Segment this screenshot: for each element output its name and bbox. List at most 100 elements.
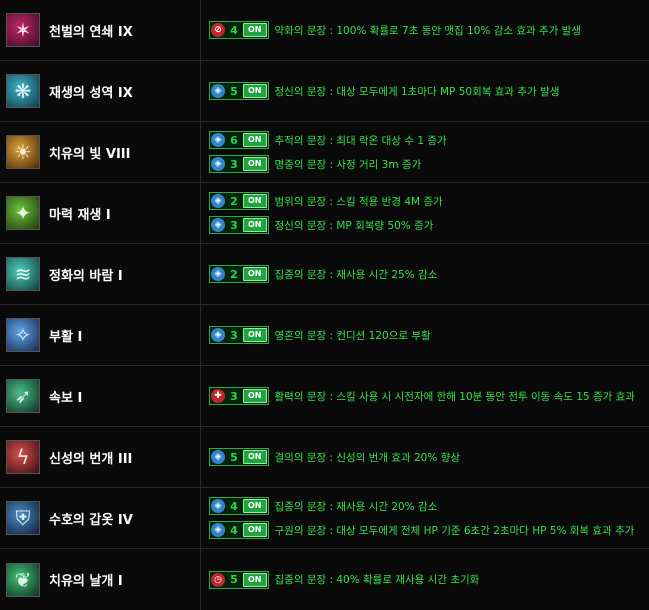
blue-glyph-icon: ◈ [211, 523, 225, 537]
glyph-description: 구원의 문장 : 대상 모두에게 전체 HP 기준 6초간 2초마다 HP 5%… [274, 524, 635, 537]
glyph-toggle[interactable]: ◈ 4 ON [209, 521, 269, 539]
glyph-cell: ◈ 6 ON 추적의 문장 : 최대 락온 대상 수 1 증가 ◈ 3 ON 명중의 문장 :… [201, 122, 649, 182]
on-badge: ON [243, 389, 267, 403]
glyph-level: 6 [230, 133, 238, 147]
glyph-toggle[interactable]: ◈ 5 ON [209, 82, 269, 100]
glyph-toggle[interactable]: ◈ 2 ON [209, 192, 269, 210]
glyph-toggle[interactable]: ◈ 5 ON [209, 448, 269, 466]
glyph-description: 결의의 문장 : 신성의 번개 효과 20% 향상 [274, 451, 460, 464]
skill-name: 천벌의 연쇄 IX [49, 24, 133, 40]
glyph-entry: ◈ 4 ON 집중의 문장 : 재사용 시간 20% 감소 [209, 496, 649, 516]
glyph-level: 3 [230, 157, 238, 171]
glyph-cell: ◈ 5 ON 결의의 문장 : 신성의 번개 효과 20% 향상 [201, 427, 649, 487]
blue-glyph-icon: ◈ [211, 194, 225, 208]
glyph-entry: ◈ 3 ON 영혼의 문장 : 컨디션 120으로 부활 [209, 325, 649, 345]
glyph-level: 5 [230, 450, 238, 464]
glyph-level: 4 [230, 523, 238, 537]
blue-glyph-icon: ◈ [211, 133, 225, 147]
chain-punishment-icon: ✶ [6, 13, 40, 47]
regeneration-sanctuary-icon: ❋ [6, 74, 40, 108]
healing-wings-icon: ❦ [6, 562, 40, 597]
skill-cell: ✶ 천벌의 연쇄 IX [0, 0, 201, 60]
glyph-cell: ◈ 3 ON 영혼의 문장 : 컨디션 120으로 부활 [201, 305, 649, 365]
on-badge: ON [243, 450, 267, 464]
glyph-toggle[interactable]: ◈ 6 ON [209, 131, 269, 149]
glyph-entry: ◈ 3 ON 정신의 문장 : MP 회복량 50% 증가 [209, 215, 649, 235]
skill-row: ☀ 치유의 빛 VIII ◈ 6 ON 추적의 문장 : 최대 락온 대상 수 1 증가 ◈… [0, 122, 649, 183]
skill-name: 속보 I [49, 390, 83, 406]
glyph-toggle[interactable]: ◈ 3 ON [209, 216, 269, 234]
skill-row: ✶ 천벌의 연쇄 IX ⊘ 4 ON 약화의 문장 : 100% 확률로 7초 동안 맷집… [0, 0, 649, 61]
glyph-level: 2 [230, 267, 238, 281]
on-badge: ON [243, 133, 267, 147]
skill-cell: ❦ 치유의 날개 I [0, 549, 201, 610]
skill-name: 마력 재생 I [49, 207, 111, 223]
glyph-level: 3 [230, 328, 238, 342]
glyph-description: 정신의 문장 : 대상 모두에게 1초마다 MP 50회복 효과 추가 발생 [274, 85, 560, 98]
glyph-toggle[interactable]: ◈ 3 ON [209, 155, 269, 173]
glyph-description: 집중의 문장 : 재사용 시간 25% 감소 [274, 268, 438, 281]
skill-cell: ✦ 마력 재생 I [0, 183, 201, 243]
skill-cell: ϟ 신성의 번개 III [0, 427, 201, 487]
red-cross-glyph-icon: ✚ [211, 389, 225, 403]
glyph-level: 3 [230, 218, 238, 232]
glyph-cell: ◈ 2 ON 집중의 문장 : 재사용 시간 25% 감소 [201, 244, 649, 304]
red-clock-glyph-icon: ◷ [211, 572, 225, 587]
glyph-toggle[interactable]: ◈ 3 ON [209, 326, 269, 344]
glyph-toggle[interactable]: ◈ 4 ON [209, 497, 269, 515]
holy-lightning-icon: ϟ [6, 440, 40, 474]
skill-row: ❋ 재생의 성역 IX ◈ 5 ON 정신의 문장 : 대상 모두에게 1초마다 MP 5… [0, 61, 649, 122]
glyph-entry: ◈ 2 ON 집중의 문장 : 재사용 시간 25% 감소 [209, 264, 649, 284]
skill-name: 신성의 번개 III [49, 451, 133, 467]
glyph-cell: ◈ 4 ON 집중의 문장 : 재사용 시간 20% 감소 ◈ 4 ON 구원의 문장 : 대… [201, 488, 649, 548]
glyph-cell: ◈ 5 ON 정신의 문장 : 대상 모두에게 1초마다 MP 50회복 효과 추가 … [201, 61, 649, 121]
blue-glyph-icon: ◈ [211, 84, 225, 98]
skill-row: ❦ 치유의 날개 I ◷ 5 ON 집중의 문장 : 40% 확률로 재사용 시간 초기화 [0, 549, 649, 610]
glyph-cell: ◈ 2 ON 범위의 문장 : 스킬 적용 반경 4M 증가 ◈ 3 ON 정신의 문장 : … [201, 183, 649, 243]
skill-row: ✧ 부활 I ◈ 3 ON 영혼의 문장 : 컨디션 120으로 부활 [0, 305, 649, 366]
skill-name: 정화의 바람 I [49, 268, 123, 284]
skill-name: 부활 I [49, 329, 83, 345]
on-badge: ON [243, 84, 267, 98]
glyph-description: 정신의 문장 : MP 회복량 50% 증가 [274, 219, 434, 232]
on-badge: ON [243, 157, 267, 171]
glyph-entry: ◈ 3 ON 명중의 문장 : 사정 거리 3m 증가 [209, 154, 649, 174]
glyph-description: 약화의 문장 : 100% 확률로 7초 동안 맷집 10% 감소 효과 추가 … [274, 24, 582, 37]
glyph-level: 5 [230, 84, 238, 98]
glyph-description: 범위의 문장 : 스킬 적용 반경 4M 증가 [274, 195, 443, 208]
blue-glyph-icon: ◈ [211, 450, 225, 464]
skill-row: ➶ 속보 I ✚ 3 ON 활력의 문장 : 스킬 사용 시 시전자에 한해 10분 동안… [0, 366, 649, 427]
skill-name: 재생의 성역 IX [49, 85, 133, 101]
glyph-entry: ◈ 2 ON 범위의 문장 : 스킬 적용 반경 4M 증가 [209, 191, 649, 211]
glyph-cell: ◷ 5 ON 집중의 문장 : 40% 확률로 재사용 시간 초기화 [201, 549, 649, 610]
glyph-entry: ◷ 5 ON 집중의 문장 : 40% 확률로 재사용 시간 초기화 [209, 570, 649, 590]
blue-glyph-icon: ◈ [211, 328, 225, 342]
glyph-level: 3 [230, 389, 238, 403]
glyph-description: 집중의 문장 : 40% 확률로 재사용 시간 초기화 [274, 574, 480, 586]
on-badge: ON [243, 523, 267, 537]
skill-name: 치유의 날개 I [49, 574, 123, 589]
purifying-wind-icon: ≋ [6, 257, 40, 291]
mana-regeneration-icon: ✦ [6, 196, 40, 230]
guardian-armor-icon: ⛨ [6, 501, 40, 535]
resurrection-icon: ✧ [6, 318, 40, 352]
blue-glyph-icon: ◈ [211, 267, 225, 281]
glyph-toggle[interactable]: ⊘ 4 ON [209, 21, 269, 39]
on-badge: ON [243, 328, 267, 342]
glyph-entry: ✚ 3 ON 활력의 문장 : 스킬 사용 시 시전자에 한해 10분 동안 전투 이… [209, 386, 649, 406]
on-badge: ON [243, 499, 267, 513]
skill-row: ⛨ 수호의 갑옷 IV ◈ 4 ON 집중의 문장 : 재사용 시간 20% 감소 ◈ 4 ON… [0, 488, 649, 549]
glyph-entry: ◈ 5 ON 정신의 문장 : 대상 모두에게 1초마다 MP 50회복 효과 추가 … [209, 81, 649, 101]
glyph-toggle[interactable]: ✚ 3 ON [209, 387, 269, 405]
glyph-cell: ✚ 3 ON 활력의 문장 : 스킬 사용 시 시전자에 한해 10분 동안 전투 이… [201, 366, 649, 426]
blue-glyph-icon: ◈ [211, 218, 225, 232]
quick-step-icon: ➶ [6, 379, 40, 413]
skill-name: 치유의 빛 VIII [49, 146, 131, 162]
skill-cell: ➶ 속보 I [0, 366, 201, 426]
glyph-description: 추적의 문장 : 최대 락온 대상 수 1 증가 [274, 134, 447, 147]
skill-cell: ☀ 치유의 빛 VIII [0, 122, 201, 182]
glyph-entry: ⊘ 4 ON 약화의 문장 : 100% 확률로 7초 동안 맷집 10% 감소 효과… [209, 20, 649, 40]
glyph-toggle[interactable]: ◷ 5 ON [209, 570, 269, 589]
on-badge: ON [243, 572, 267, 587]
glyph-toggle[interactable]: ◈ 2 ON [209, 265, 269, 283]
